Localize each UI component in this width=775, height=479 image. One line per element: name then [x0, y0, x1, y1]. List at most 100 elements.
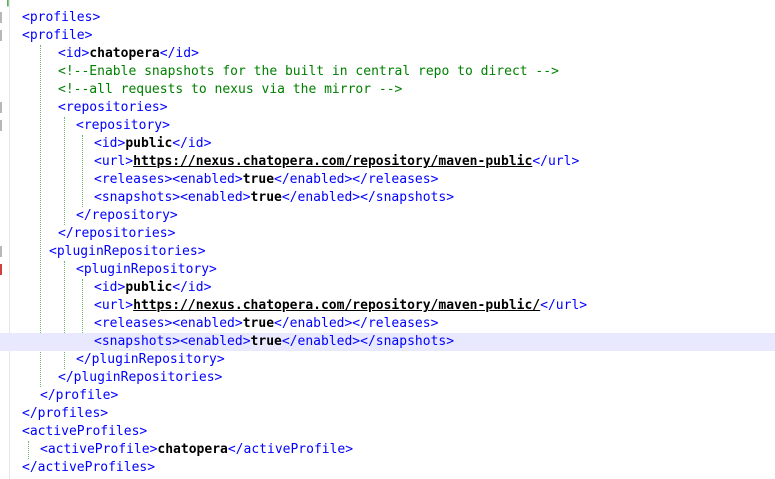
xml-editor[interactable]: |--<profiles><profile><id>chatopera</id>…: [0, 0, 775, 479]
text-value: public: [125, 136, 173, 151]
line-content: <releases><enabled>true</enabled></relea…: [94, 171, 438, 189]
text-value: true: [242, 316, 275, 331]
xml-tag: <pluginRepository>: [76, 262, 217, 277]
xml-tag: </pluginRepository>: [76, 352, 225, 367]
line-content: <releases><enabled>true</enabled></relea…: [94, 315, 438, 333]
xml-tag: </activeProfiles>: [22, 460, 156, 475]
line-content: </pluginRepositories>: [58, 369, 222, 387]
xml-tag: <url>: [94, 298, 134, 313]
code-line[interactable]: </profiles>: [0, 405, 775, 423]
code-line[interactable]: <snapshots><enabled>true</enabled></snap…: [0, 333, 775, 351]
url-value: https://nexus.chatopera.com/repository/m…: [133, 154, 533, 169]
line-content: <repository>: [76, 117, 170, 135]
text-value: true: [250, 334, 282, 349]
xml-tag: <snapshots><enabled>: [94, 334, 251, 349]
line-content: <pluginRepository>: [76, 261, 217, 279]
xml-tag: </id>: [159, 46, 199, 61]
xml-tag: <activeProfile>: [40, 442, 158, 457]
code-line[interactable]: <snapshots><enabled>true</enabled></snap…: [0, 189, 775, 207]
code-line[interactable]: <pluginRepository>: [0, 261, 775, 279]
line-content: |--: [4, 0, 27, 9]
xml-tag: </id>: [172, 280, 212, 295]
code-line[interactable]: <id>chatopera</id>: [0, 45, 775, 63]
line-content: <id>public</id>: [94, 279, 211, 297]
code-line[interactable]: <id>public</id>: [0, 135, 775, 153]
line-content: <pluginRepositories>: [49, 243, 206, 261]
line-content: </profile>: [40, 387, 118, 405]
xml-tag: <pluginRepositories>: [49, 244, 206, 259]
line-content: <activeProfiles>: [22, 423, 147, 441]
xml-tag: <releases><enabled>: [94, 316, 243, 331]
line-content: <!--all requests to nexus via the mirror…: [58, 81, 402, 99]
code-line[interactable]: <!--Enable snapshots for the built in ce…: [0, 63, 775, 81]
xml-tag: </url>: [532, 154, 580, 169]
line-content: <profile>: [22, 27, 92, 45]
xml-tag: </pluginRepositories>: [58, 370, 223, 385]
line-content: <url>https://nexus.chatopera.com/reposit…: [94, 297, 587, 315]
code-line[interactable]: <!--all requests to nexus via the mirror…: [0, 81, 775, 99]
code-line[interactable]: <releases><enabled>true</enabled></relea…: [0, 315, 775, 333]
line-content: <activeProfile>chatopera</activeProfile>: [40, 441, 353, 459]
xml-comment: <!--all requests to nexus via the mirror…: [58, 82, 403, 97]
text-value: true: [242, 172, 275, 187]
line-content: </pluginRepository>: [76, 351, 225, 369]
code-line[interactable]: </repositories>: [0, 225, 775, 243]
code-line[interactable]: </repository>: [0, 207, 775, 225]
code-line[interactable]: </activeProfiles>: [0, 459, 775, 477]
xml-tag: <id>: [58, 46, 90, 61]
xml-tag: </profile>: [40, 388, 119, 403]
xml-tag: <repository>: [76, 118, 170, 133]
code-line[interactable]: <repositories>: [0, 99, 775, 117]
code-line[interactable]: </profile>: [0, 387, 775, 405]
xml-tag: </id>: [172, 136, 212, 151]
line-content: <snapshots><enabled>true</enabled></snap…: [94, 333, 454, 351]
code-line[interactable]: <activeProfiles>: [0, 423, 775, 441]
xml-tag: </url>: [540, 298, 588, 313]
xml-comment: <!--Enable snapshots for the built in ce…: [58, 64, 559, 79]
code-line[interactable]: <repository>: [0, 117, 775, 135]
line-content: </repositories>: [58, 225, 175, 243]
text-value: public: [125, 280, 173, 295]
xml-tag: </enabled></snapshots>: [281, 190, 455, 205]
code-line[interactable]: <url>https://nexus.chatopera.com/reposit…: [0, 153, 775, 171]
xml-tag: </repositories>: [58, 226, 176, 241]
xml-tag: <releases><enabled>: [94, 172, 243, 187]
line-content: </repository>: [76, 207, 178, 225]
xml-tag: <profiles>: [22, 10, 101, 25]
line-content: <!--Enable snapshots for the built in ce…: [58, 63, 559, 81]
xml-tag: </repository>: [76, 208, 178, 223]
xml-tag: </enabled></releases>: [274, 316, 439, 331]
url-value: https://nexus.chatopera.com/repository/m…: [133, 298, 541, 313]
xml-tag: <repositories>: [58, 100, 168, 115]
text-value: true: [250, 190, 282, 205]
line-content: <repositories>: [58, 99, 168, 117]
line-content: <url>https://nexus.chatopera.com/reposit…: [94, 153, 579, 171]
text-value: chatopera: [89, 46, 160, 61]
line-content: <snapshots><enabled>true</enabled></snap…: [94, 189, 454, 207]
line-content: <profiles>: [22, 9, 100, 27]
xml-tag: <id>: [94, 280, 126, 295]
code-line[interactable]: <pluginRepositories>: [0, 243, 775, 261]
code-line[interactable]: </pluginRepository>: [0, 351, 775, 369]
xml-tag: <id>: [94, 136, 126, 151]
code-line[interactable]: <id>public</id>: [0, 279, 775, 297]
xml-tag: <activeProfiles>: [22, 424, 148, 439]
code-line[interactable]: <releases><enabled>true</enabled></relea…: [0, 171, 775, 189]
xml-tag: <url>: [94, 154, 134, 169]
xml-tag: <profile>: [22, 28, 93, 43]
text-value: chatopera: [157, 442, 228, 457]
line-content: <id>chatopera</id>: [58, 45, 199, 63]
code-line[interactable]: <activeProfile>chatopera</activeProfile>: [0, 441, 775, 459]
xml-tag: </enabled></snapshots>: [281, 334, 455, 349]
code-line[interactable]: |--: [0, 0, 775, 9]
code-line[interactable]: <profiles>: [0, 9, 775, 27]
line-content: <id>public</id>: [94, 135, 211, 153]
line-content: </profiles>: [22, 405, 108, 423]
xml-comment: |--: [4, 0, 27, 7]
code-line[interactable]: <url>https://nexus.chatopera.com/reposit…: [0, 297, 775, 315]
code-line[interactable]: </pluginRepositories>: [0, 369, 775, 387]
xml-tag: </activeProfile>: [227, 442, 354, 457]
line-content: </activeProfiles>: [22, 459, 155, 477]
xml-tag: </profiles>: [22, 406, 109, 421]
code-line[interactable]: <profile>: [0, 27, 775, 45]
